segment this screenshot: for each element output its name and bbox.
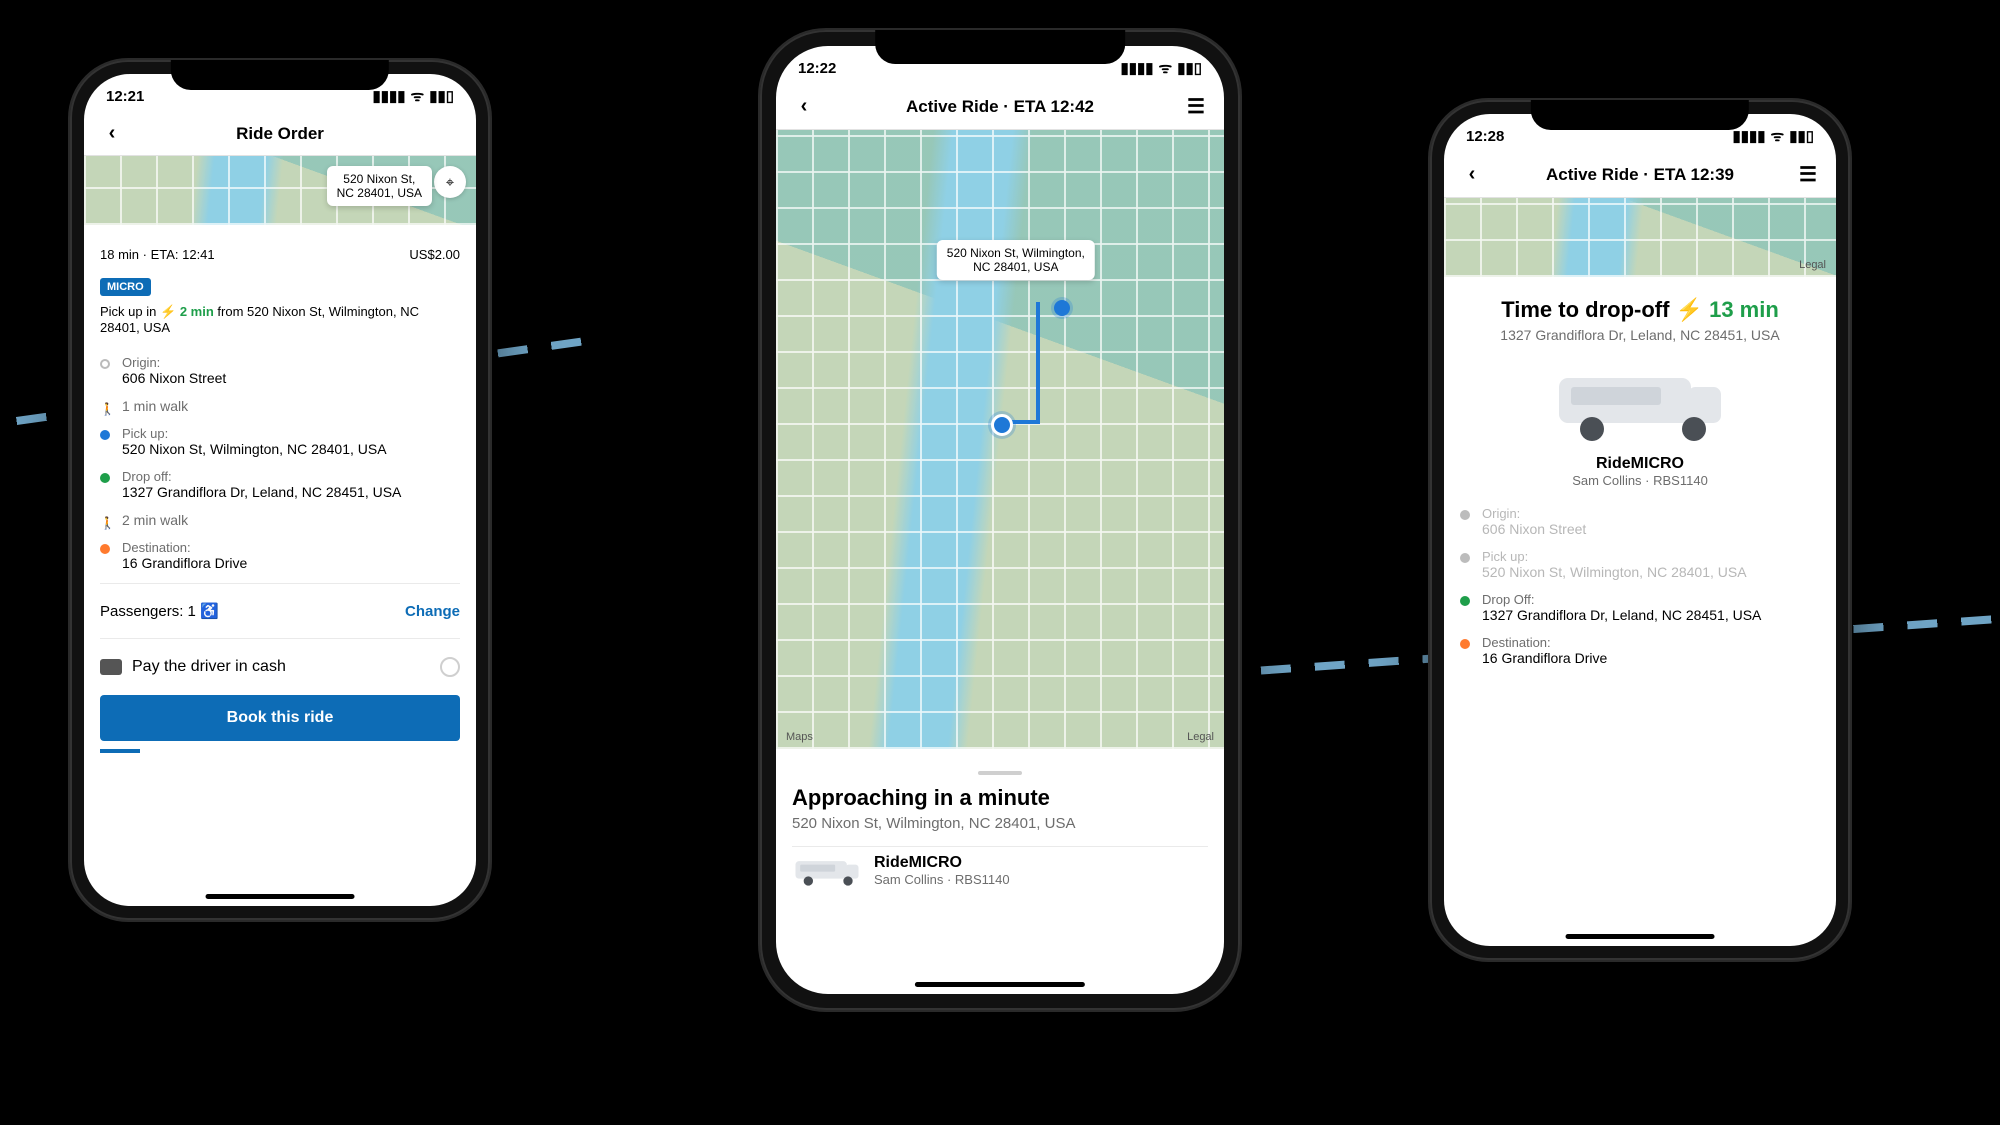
status-time: 12:28 xyxy=(1466,128,1504,145)
itin-origin: Origin:606 Nixon Street xyxy=(100,349,460,392)
itin-pickup: Pick up:520 Nixon St, Wilmington, NC 284… xyxy=(100,420,460,463)
itin-dropoff: Drop off:1327 Grandiflora Dr, Leland, NC… xyxy=(100,463,460,506)
signal-icon: ▮▮▮▮ xyxy=(1121,59,1154,77)
screen-title: Active Ride · ETA 12:39 xyxy=(1484,165,1796,185)
drag-handle[interactable] xyxy=(978,771,1022,775)
driver-plate: Sam Collins · RBS1140 xyxy=(874,872,1010,887)
pickup-line: Pick up in ⚡ 2 min from 520 Nixon St, Wi… xyxy=(100,304,460,335)
map-view[interactable]: 520 Nixon St, Wilmington, NC 28401, USA … xyxy=(776,129,1224,749)
wifi-icon: ᯤ xyxy=(1159,58,1173,78)
wifi-icon: ᯤ xyxy=(411,86,425,106)
walk-icon: 🚶 xyxy=(100,516,110,526)
vehicle-pin-icon xyxy=(991,414,1013,436)
dropoff-card: Time to drop-off ⚡ 13 min 1327 Grandiflo… xyxy=(1444,277,1836,500)
map-preview[interactable]: ⌖ 520 Nixon St, NC 28401, USA xyxy=(84,155,476,225)
vehicle-summary: RideMICRO Sam Collins · RBS1140 xyxy=(792,853,1208,888)
service-badge: MICRO xyxy=(100,278,151,296)
itin-destination: Destination:16 Grandiflora Drive xyxy=(1460,629,1820,672)
approach-address: 520 Nixon St, Wilmington, NC 28401, USA xyxy=(792,815,1208,832)
vehicle-name: RideMICRO xyxy=(874,854,1010,872)
vehicle-name: RideMICRO xyxy=(1460,455,1820,473)
van-icon xyxy=(1550,357,1730,447)
battery-icon: ▮▮▯ xyxy=(429,87,454,105)
back-icon[interactable]: ‹ xyxy=(792,95,816,118)
maps-legal-link[interactable]: Legal xyxy=(1799,259,1826,271)
price: US$2.00 xyxy=(409,247,460,262)
map-address-callout: 520 Nixon St, NC 28401, USA xyxy=(327,166,432,206)
status-icons: ▮▮▮▮ ᯤ ▮▮▯ xyxy=(1121,58,1203,78)
change-passengers-link[interactable]: Change xyxy=(405,603,460,620)
status-icons: ▮▮▮▮ ᯤ ▮▮▯ xyxy=(1733,126,1815,146)
back-icon[interactable]: ‹ xyxy=(100,122,124,145)
list-icon[interactable]: ☰ xyxy=(1184,94,1208,119)
itin-origin: Origin:606 Nixon Street xyxy=(1460,500,1820,543)
app-header: ‹ Active Ride · ETA 12:39 ☰ xyxy=(1444,154,1836,197)
itin-walk-2: 🚶 2 min walk xyxy=(100,506,460,534)
pickup-pin-icon xyxy=(1054,300,1070,316)
payment-option-cash[interactable]: Pay the driver in cash xyxy=(100,645,460,689)
passengers-label: Passengers: 1 xyxy=(100,603,196,620)
home-indicator[interactable] xyxy=(915,982,1085,987)
list-icon[interactable]: ☰ xyxy=(1796,162,1820,187)
bottom-sheet[interactable]: Approaching in a minute 520 Nixon St, Wi… xyxy=(776,749,1224,902)
locate-me-button[interactable]: ⌖ xyxy=(434,166,466,198)
status-time: 12:21 xyxy=(106,88,144,105)
battery-icon: ▮▮▯ xyxy=(1177,59,1202,77)
payment-label: Pay the driver in cash xyxy=(132,658,286,676)
radio-unchecked-icon[interactable] xyxy=(440,657,460,677)
home-indicator[interactable] xyxy=(206,894,355,899)
itin-destination: Destination:16 Grandiflora Drive xyxy=(100,534,460,577)
dropoff-title: Time to drop-off xyxy=(1501,297,1669,322)
wallet-icon xyxy=(100,659,122,675)
van-icon xyxy=(792,853,862,888)
maps-legal-link[interactable]: Legal xyxy=(1187,731,1214,743)
status-time: 12:22 xyxy=(798,60,836,77)
driver-plate: Sam Collins · RBS1140 xyxy=(1460,473,1820,488)
passengers-row: Passengers: 1 ♿ Change xyxy=(100,590,460,632)
maps-attribution: Maps xyxy=(786,731,813,743)
screen-title: Ride Order xyxy=(124,124,436,144)
battery-icon: ▮▮▯ xyxy=(1789,127,1814,145)
itin-dropoff: Drop Off:1327 Grandiflora Dr, Leland, NC… xyxy=(1460,586,1820,629)
wifi-icon: ᯤ xyxy=(1771,126,1785,146)
approach-title: Approaching in a minute xyxy=(792,785,1208,811)
dropoff-eta: 13 min xyxy=(1709,297,1779,322)
eta-summary: 18 min · ETA: 12:41 xyxy=(100,247,215,262)
itin-pickup: Pick up:520 Nixon St, Wilmington, NC 284… xyxy=(1460,543,1820,586)
wheelchair-icon: ♿ xyxy=(200,603,219,620)
screen-title: Active Ride · ETA 12:42 xyxy=(816,97,1184,117)
book-ride-button[interactable]: Book this ride xyxy=(100,695,460,741)
itin-walk-1: 🚶 1 min walk xyxy=(100,392,460,420)
walk-icon: 🚶 xyxy=(100,402,110,412)
home-indicator[interactable] xyxy=(1566,934,1715,939)
signal-icon: ▮▮▮▮ xyxy=(373,87,406,105)
signal-icon: ▮▮▮▮ xyxy=(1733,127,1766,145)
status-icons: ▮▮▮▮ ᯤ ▮▮▯ xyxy=(373,86,455,106)
dropoff-address: 1327 Grandiflora Dr, Leland, NC 28451, U… xyxy=(1460,327,1820,343)
map-preview[interactable]: Legal xyxy=(1444,197,1836,277)
map-address-callout: 520 Nixon St, Wilmington, NC 28401, USA xyxy=(937,240,1095,280)
app-header: ‹ Active Ride · ETA 12:42 ☰ xyxy=(776,86,1224,129)
back-icon[interactable]: ‹ xyxy=(1460,163,1484,186)
app-header: ‹ Ride Order xyxy=(84,114,476,155)
